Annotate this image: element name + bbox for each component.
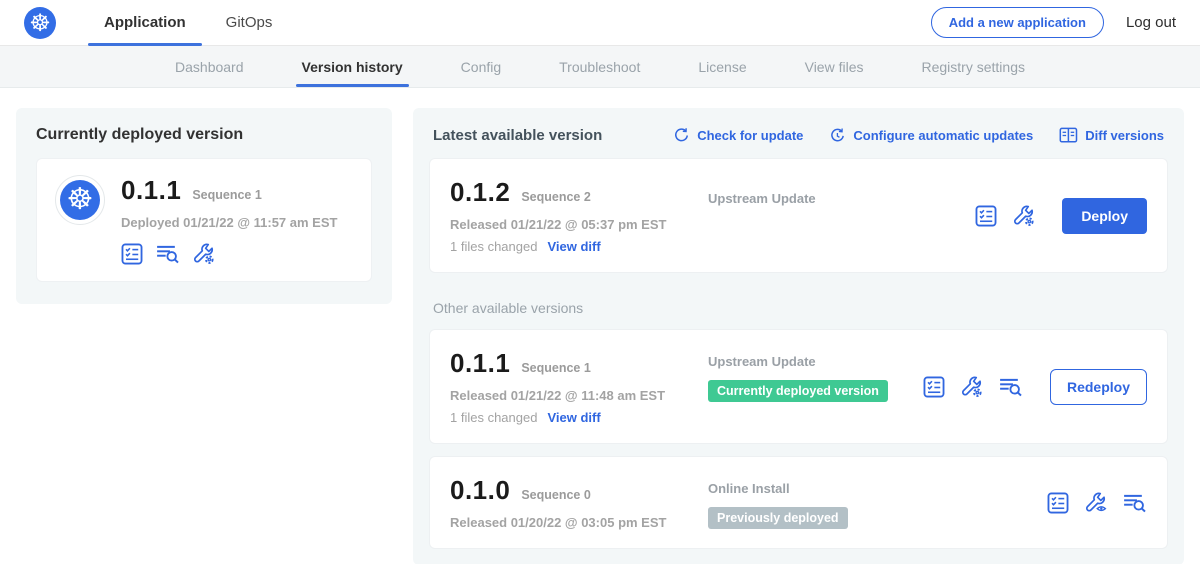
tab-gitops-label: GitOps	[226, 14, 273, 31]
sequence-label: Sequence 1	[521, 361, 590, 375]
edit-config-icon[interactable]	[1012, 204, 1035, 227]
diff-icon	[1059, 126, 1078, 144]
preflight-checks-icon[interactable]	[1047, 492, 1069, 514]
view-diff-link[interactable]: View diff	[547, 239, 600, 254]
sequence-label: Sequence 2	[521, 190, 590, 204]
subnav-config[interactable]: Config	[461, 46, 501, 87]
tab-gitops[interactable]: GitOps	[210, 0, 289, 45]
deployed-timestamp: Deployed 01/21/22 @ 11:57 am EST	[121, 215, 337, 230]
redeploy-button[interactable]: Redeploy	[1050, 369, 1147, 405]
diff-versions-button[interactable]: Diff versions	[1059, 126, 1164, 144]
released-timestamp: Released 01/21/22 @ 11:48 am EST	[450, 388, 708, 403]
edit-config-icon[interactable]	[192, 242, 215, 265]
tab-application-label: Application	[104, 14, 186, 31]
deploy-button[interactable]: Deploy	[1062, 198, 1147, 234]
view-config-icon[interactable]	[1084, 491, 1107, 514]
diff-versions-label: Diff versions	[1085, 128, 1164, 143]
view-logs-icon[interactable]	[155, 243, 180, 265]
subnav-dashboard[interactable]: Dashboard	[175, 46, 244, 87]
available-versions-panel: Latest available version Check for updat…	[413, 108, 1184, 564]
subnav-view-files[interactable]: View files	[805, 46, 864, 87]
released-timestamp: Released 01/21/22 @ 05:37 pm EST	[450, 217, 708, 232]
view-logs-icon[interactable]	[998, 376, 1023, 398]
version-number: 0.1.2	[450, 177, 510, 208]
deployed-version-card: ☸ 0.1.1 Sequence 1 Deployed 01/21/22 @ 1…	[36, 158, 372, 282]
deployed-version-number: 0.1.1	[121, 175, 181, 206]
kubernetes-logo-icon: ☸	[24, 7, 56, 39]
version-source-label: Upstream Update	[708, 354, 923, 369]
version-source-label: Upstream Update	[708, 191, 975, 206]
subnav-license[interactable]: License	[698, 46, 746, 87]
deployed-sequence-label: Sequence 1	[192, 188, 261, 202]
subnav-registry-settings[interactable]: Registry settings	[922, 46, 1025, 87]
preflight-checks-icon[interactable]	[121, 243, 143, 265]
version-card-0-1-0: 0.1.0 Sequence 0 Released 01/20/22 @ 03:…	[429, 456, 1168, 549]
latest-version-title: Latest available version	[433, 127, 602, 144]
currently-deployed-panel: Currently deployed version ☸ 0.1.1 Seque…	[16, 108, 392, 304]
files-changed-label: 1 files changed	[450, 410, 537, 425]
configure-automatic-updates-label: Configure automatic updates	[853, 128, 1033, 143]
version-number: 0.1.0	[450, 475, 510, 506]
app-avatar: ☸	[55, 175, 105, 225]
header-tabs: Application GitOps	[88, 0, 288, 45]
previously-deployed-badge: Previously deployed	[708, 507, 848, 529]
check-for-update-label: Check for update	[697, 128, 803, 143]
add-application-button[interactable]: Add a new application	[931, 7, 1104, 38]
configure-automatic-updates-button[interactable]: Configure automatic updates	[829, 127, 1033, 144]
app-header: ☸ Application GitOps Add a new applicati…	[0, 0, 1200, 46]
view-logs-icon[interactable]	[1122, 492, 1147, 514]
currently-deployed-badge: Currently deployed version	[708, 380, 888, 402]
view-diff-link[interactable]: View diff	[547, 410, 600, 425]
released-timestamp: Released 01/20/22 @ 03:05 pm EST	[450, 515, 708, 530]
app-subnav: Dashboard Version history Config Trouble…	[0, 46, 1200, 88]
subnav-troubleshoot[interactable]: Troubleshoot	[559, 46, 640, 87]
sequence-label: Sequence 0	[521, 488, 590, 502]
preflight-checks-icon[interactable]	[975, 205, 997, 227]
files-changed-label: 1 files changed	[450, 239, 537, 254]
tab-application[interactable]: Application	[88, 0, 202, 45]
version-card-0-1-1: 0.1.1 Sequence 1 Released 01/21/22 @ 11:…	[429, 329, 1168, 444]
preflight-checks-icon[interactable]	[923, 376, 945, 398]
kubernetes-app-icon: ☸	[60, 180, 100, 220]
version-number: 0.1.1	[450, 348, 510, 379]
refresh-icon	[673, 127, 690, 144]
check-for-update-button[interactable]: Check for update	[673, 127, 803, 144]
edit-config-icon[interactable]	[960, 375, 983, 398]
version-source-label: Online Install	[708, 481, 1047, 496]
deployed-panel-title: Currently deployed version	[36, 126, 372, 144]
version-card-0-1-2: 0.1.2 Sequence 2 Released 01/21/22 @ 05:…	[429, 158, 1168, 273]
other-versions-title: Other available versions	[433, 300, 1164, 316]
subnav-version-history[interactable]: Version history	[302, 46, 403, 87]
schedule-icon	[829, 127, 846, 144]
logout-button[interactable]: Log out	[1126, 14, 1176, 31]
